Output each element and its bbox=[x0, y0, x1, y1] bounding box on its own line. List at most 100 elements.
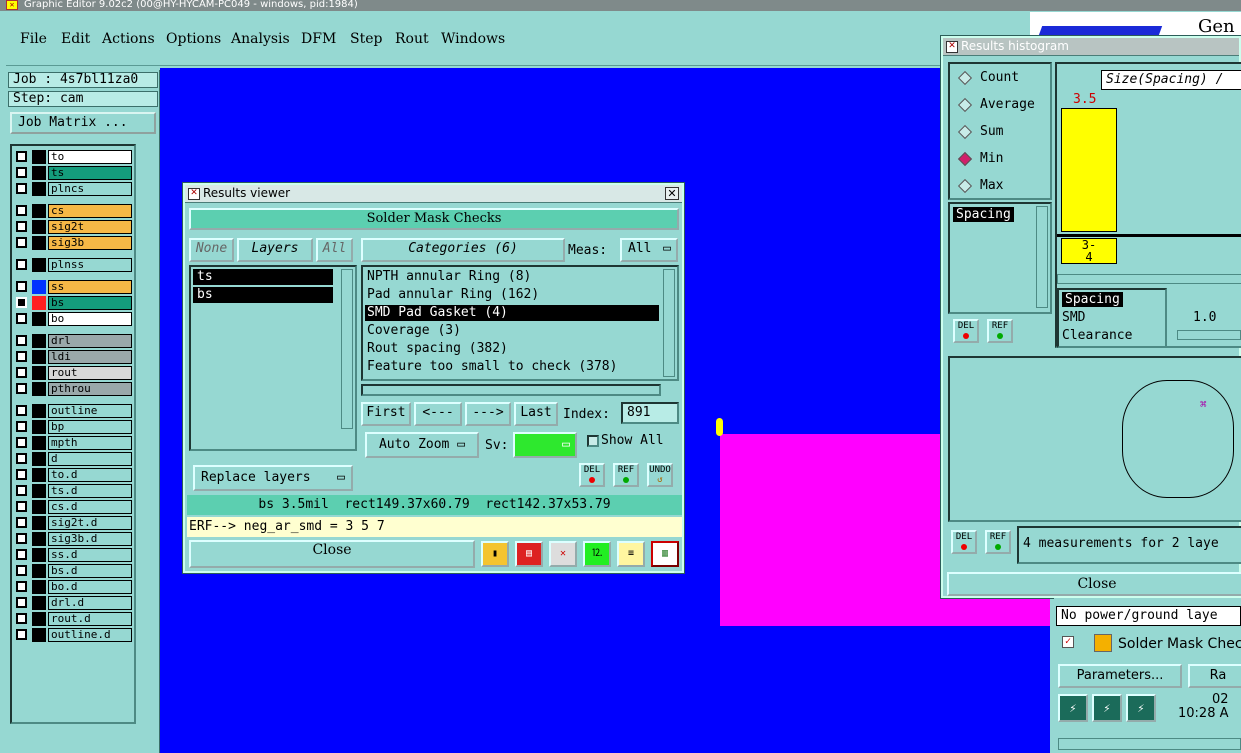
check-checkbox[interactable]: ✓ bbox=[1062, 636, 1074, 648]
layer-checkbox[interactable] bbox=[16, 517, 27, 528]
layer-checkbox[interactable] bbox=[16, 501, 27, 512]
layer-color-swatch[interactable] bbox=[32, 334, 46, 348]
layer-checkbox[interactable] bbox=[16, 629, 27, 640]
auto-zoom-select[interactable]: Auto Zoom ▭ bbox=[365, 432, 479, 458]
layer-color-swatch[interactable] bbox=[32, 436, 46, 450]
menu-edit[interactable]: Edit bbox=[61, 31, 90, 47]
histogram-titlebar[interactable]: ✕ Results histogram bbox=[943, 38, 1239, 56]
layer-name[interactable]: bo.d bbox=[48, 580, 132, 594]
layer-color-swatch[interactable] bbox=[32, 296, 46, 310]
layer-name[interactable]: to.d bbox=[48, 468, 132, 482]
category-item[interactable]: Pad annular Ring (162) bbox=[365, 287, 659, 303]
layer-checkbox[interactable] bbox=[16, 313, 27, 324]
layer-checkbox[interactable] bbox=[16, 259, 27, 270]
category-item[interactable]: SMD Pad Gasket (4) bbox=[365, 305, 659, 321]
layer-row[interactable]: outline.d bbox=[16, 628, 132, 642]
layer-row[interactable]: sig2t.d bbox=[16, 516, 132, 530]
layer-checkbox[interactable] bbox=[16, 167, 27, 178]
category-item[interactable]: NPTH annular Ring (8) bbox=[365, 269, 659, 285]
layer-name[interactable]: drl bbox=[48, 334, 132, 348]
layer-checkbox[interactable] bbox=[16, 437, 27, 448]
first-button[interactable]: First bbox=[361, 402, 411, 426]
layer-name[interactable]: ss.d bbox=[48, 548, 132, 562]
layer-checkbox[interactable] bbox=[16, 281, 27, 292]
close-button[interactable]: Close bbox=[189, 540, 475, 568]
layer-checkbox[interactable] bbox=[16, 405, 27, 416]
layer-row[interactable]: plnss bbox=[16, 258, 132, 272]
layer-list[interactable]: ts bs bbox=[189, 265, 357, 451]
layer-color-swatch[interactable] bbox=[32, 220, 46, 234]
zoom-slider[interactable] bbox=[1177, 330, 1241, 340]
vertical-scrollbar[interactable] bbox=[663, 269, 675, 377]
run-icon-3[interactable]: ⚡ bbox=[1126, 694, 1156, 722]
ref-button[interactable]: REF bbox=[613, 463, 639, 487]
prev-button[interactable]: <--- bbox=[414, 402, 462, 426]
mode-radio-max[interactable]: Max bbox=[957, 178, 1003, 194]
hist-ref-button-2[interactable]: REF bbox=[985, 530, 1011, 554]
layer-color-swatch[interactable] bbox=[32, 182, 46, 196]
layer-color-swatch[interactable] bbox=[32, 280, 46, 294]
layer-name[interactable]: d bbox=[48, 452, 132, 466]
layer-name[interactable]: ts.d bbox=[48, 484, 132, 498]
categories-button[interactable]: Categories (6) bbox=[361, 238, 565, 262]
layer-name[interactable]: sig3b bbox=[48, 236, 132, 250]
ref-cancel-icon[interactable]: ✕ bbox=[549, 541, 577, 567]
index-input[interactable]: 891 bbox=[621, 402, 679, 424]
run-icon-2[interactable]: ⚡ bbox=[1092, 694, 1122, 722]
layer-checkbox[interactable] bbox=[16, 151, 27, 162]
layer-name[interactable]: ldi bbox=[48, 350, 132, 364]
menu-actions[interactable]: Actions bbox=[102, 31, 155, 47]
window-title-bar[interactable]: Graphic Editor 9.02c2 (00@HY-HYCAM-PC049… bbox=[0, 0, 1241, 11]
layer-name[interactable]: plncs bbox=[48, 182, 132, 196]
layer-checkbox[interactable] bbox=[16, 453, 27, 464]
layer-checkbox[interactable] bbox=[16, 335, 27, 346]
layer-checkbox[interactable] bbox=[16, 613, 27, 624]
layer-row[interactable]: to.d bbox=[16, 468, 132, 482]
histogram-icon[interactable]: ▥ bbox=[651, 541, 679, 567]
layer-checkbox[interactable] bbox=[16, 221, 27, 232]
mode-radio-sum[interactable]: Sum bbox=[957, 124, 1003, 140]
horizontal-scrollbar[interactable] bbox=[361, 384, 661, 396]
layer-name[interactable]: sig3b.d bbox=[48, 532, 132, 546]
layer-checkbox[interactable] bbox=[16, 205, 27, 216]
layer-row[interactable]: drl.d bbox=[16, 596, 132, 610]
layer-color-swatch[interactable] bbox=[32, 532, 46, 546]
layer-color-swatch[interactable] bbox=[32, 166, 46, 180]
layer-name[interactable]: pthrou bbox=[48, 382, 132, 396]
menu-options[interactable]: Options bbox=[166, 31, 221, 47]
menu-analysis[interactable]: Analysis bbox=[231, 31, 290, 47]
hist-del-button-2[interactable]: DEL bbox=[951, 530, 977, 554]
layer-row[interactable]: rout.d bbox=[16, 612, 132, 626]
layer-row[interactable]: plncs bbox=[16, 182, 132, 196]
parameters-button[interactable]: Parameters... bbox=[1058, 664, 1182, 688]
layer-name[interactable]: rout.d bbox=[48, 612, 132, 626]
layer-checkbox[interactable] bbox=[16, 297, 27, 308]
layer-color-swatch[interactable] bbox=[32, 150, 46, 164]
category-item[interactable]: Feature too small to check (378) bbox=[365, 359, 659, 375]
layer-name[interactable]: to bbox=[48, 150, 132, 164]
hist-scrollbar[interactable] bbox=[1057, 274, 1241, 284]
layer-name[interactable]: bs.d bbox=[48, 564, 132, 578]
layer-checkbox[interactable] bbox=[16, 533, 27, 544]
layer-row[interactable]: bo bbox=[16, 312, 132, 326]
panel-scrollbar[interactable] bbox=[1058, 738, 1241, 750]
run-button[interactable]: Ra bbox=[1188, 664, 1241, 688]
layer-row[interactable]: sig3b.d bbox=[16, 532, 132, 546]
measure-item-clearance[interactable]: Clearance bbox=[1062, 328, 1132, 343]
layer-color-swatch[interactable] bbox=[32, 312, 46, 326]
layer-color-swatch[interactable] bbox=[32, 564, 46, 578]
layer-name[interactable]: cs bbox=[48, 204, 132, 218]
results-viewer-titlebar[interactable]: ✕ Results viewer ✕ bbox=[185, 185, 682, 203]
layer-color-swatch[interactable] bbox=[32, 548, 46, 562]
flag-icon[interactable]: ▮ bbox=[481, 541, 509, 567]
layer-row[interactable]: cs bbox=[16, 204, 132, 218]
layer-row[interactable]: bo.d bbox=[16, 580, 132, 594]
layer-row[interactable]: drl bbox=[16, 334, 132, 348]
menu-step[interactable]: Step bbox=[350, 31, 382, 47]
check-name[interactable]: Solder Mask Check bbox=[1118, 636, 1241, 652]
layer-row[interactable]: rout bbox=[16, 366, 132, 380]
layer-row[interactable]: outline bbox=[16, 404, 132, 418]
layer-checkbox[interactable] bbox=[16, 183, 27, 194]
notes-icon[interactable]: ≡ bbox=[617, 541, 645, 567]
layer-name[interactable]: rout bbox=[48, 366, 132, 380]
